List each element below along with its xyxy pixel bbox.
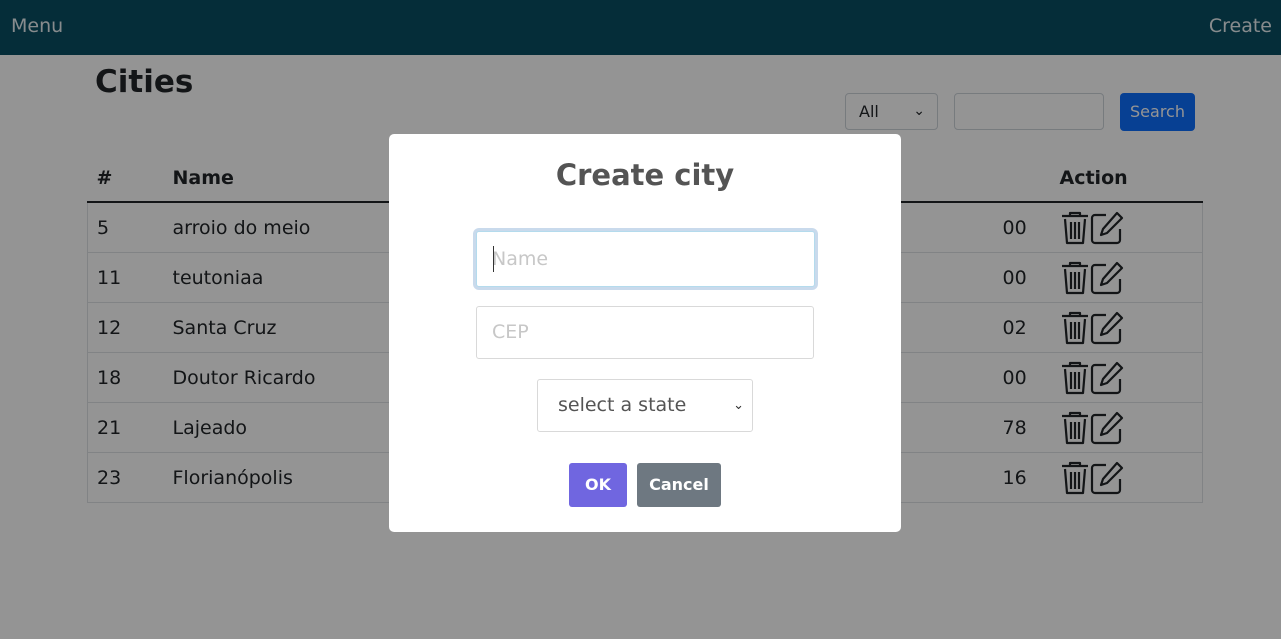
dialog-title: Create city — [555, 158, 735, 192]
text-caret — [493, 246, 494, 272]
ok-button[interactable]: OK — [569, 463, 627, 507]
state-select-value: select a state — [558, 394, 687, 416]
state-select[interactable]: select a state ⌄ — [537, 379, 753, 432]
chevron-down-icon: ⌄ — [733, 398, 744, 413]
cep-input[interactable]: CEP — [476, 306, 814, 359]
cancel-button[interactable]: Cancel — [637, 463, 721, 507]
cep-placeholder: CEP — [492, 321, 529, 343]
name-placeholder: Name — [492, 248, 549, 270]
create-city-dialog: Create city Name CEP select a state ⌄ OK… — [389, 134, 901, 532]
name-input[interactable]: Name — [476, 231, 815, 287]
